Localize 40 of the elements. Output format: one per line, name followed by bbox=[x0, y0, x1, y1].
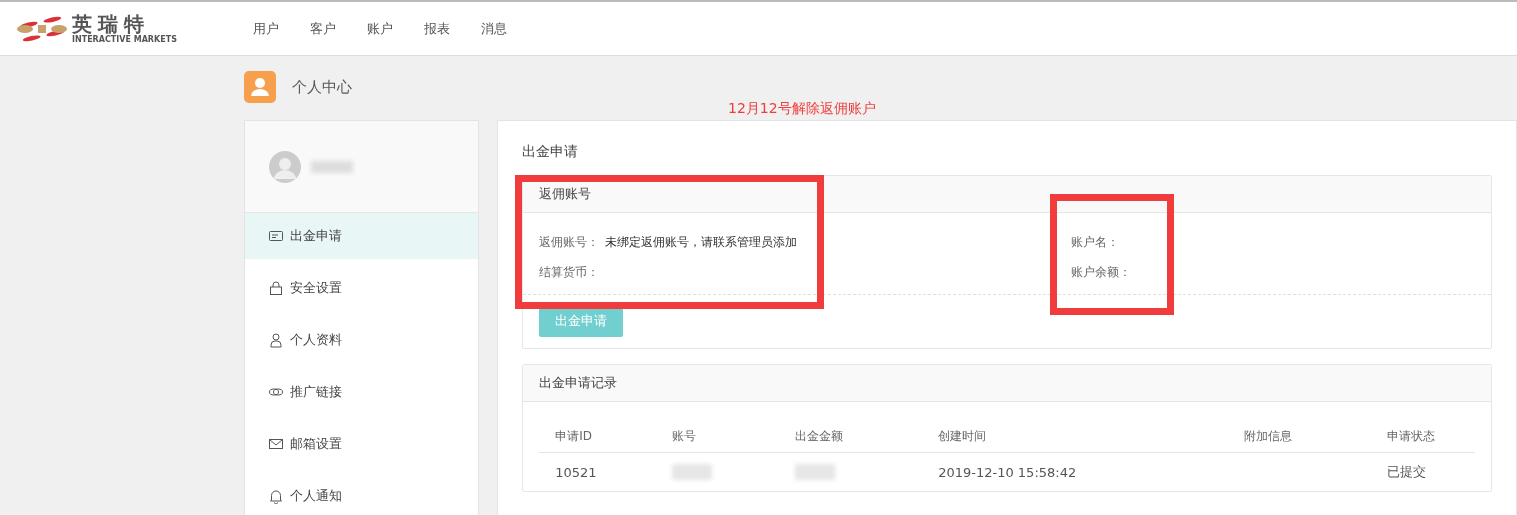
lock-icon bbox=[268, 280, 284, 296]
field-label: 结算货币： bbox=[539, 264, 600, 281]
annotation-text: 12月12号解除返佣账户 bbox=[728, 100, 876, 118]
table-cell: 已提交 bbox=[1371, 452, 1475, 491]
mail-icon bbox=[268, 436, 284, 452]
column-header: 申请ID bbox=[539, 420, 657, 453]
section-title: 出金申请 bbox=[522, 142, 580, 161]
nav-link[interactable]: 消息 bbox=[481, 19, 507, 38]
field-label: 返佣账号： bbox=[539, 234, 600, 251]
field-label: 账户名： bbox=[1071, 234, 1120, 251]
table-cell: 10521 bbox=[539, 452, 657, 491]
column-header: 账号 bbox=[656, 420, 780, 453]
field-label: 账户余额： bbox=[1071, 264, 1132, 281]
card-header: 返佣账号 bbox=[523, 176, 1491, 213]
nav-link[interactable]: 报表 bbox=[424, 19, 450, 38]
nav-link[interactable]: 用户 bbox=[253, 19, 279, 38]
bell-icon bbox=[268, 488, 284, 504]
user-profile-icon bbox=[244, 71, 276, 103]
table-cell: 2019-12-10 15:58:42 bbox=[922, 452, 1229, 491]
column-header: 出金金额 bbox=[779, 420, 923, 453]
card-header: 出金申请记录 bbox=[523, 365, 1491, 402]
nav-link[interactable]: 账户 bbox=[367, 19, 393, 38]
field-value: 未绑定返佣账号，请联系管理员添加 bbox=[605, 234, 798, 251]
sidebar-item[interactable]: 推广链接 bbox=[245, 369, 479, 415]
sidebar-item[interactable]: 邮箱设置 bbox=[245, 421, 479, 467]
logo-text: 英瑞特 bbox=[72, 13, 150, 34]
logo-subtext: INTERACTIVE MARKETS bbox=[72, 35, 177, 44]
sidebar-item[interactable]: 个人通知 bbox=[245, 473, 479, 515]
user-icon bbox=[268, 332, 284, 348]
column-header: 申请状态 bbox=[1371, 420, 1475, 453]
column-header: 附加信息 bbox=[1228, 420, 1372, 453]
avatar-icon bbox=[269, 150, 301, 183]
sidebar-item[interactable]: 个人资料 bbox=[245, 317, 479, 363]
sidebar-item[interactable]: 安全设置 bbox=[245, 265, 479, 311]
card-icon bbox=[268, 228, 284, 244]
page-title: 个人中心 bbox=[292, 77, 352, 97]
nav-link[interactable]: 客户 bbox=[310, 19, 336, 38]
logo-icon bbox=[16, 15, 68, 42]
column-header: 创建时间 bbox=[922, 420, 1229, 453]
sidebar-item[interactable]: 出金申请 bbox=[245, 213, 479, 259]
